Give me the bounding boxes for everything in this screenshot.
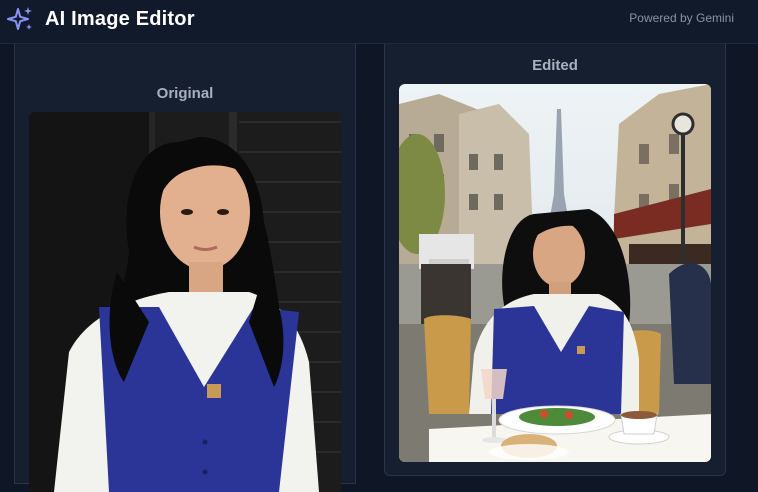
edited-panel: Edited bbox=[384, 44, 726, 476]
powered-by-label: Powered by Gemini bbox=[629, 11, 734, 25]
app-title: AI Image Editor bbox=[45, 8, 195, 30]
sparkles-icon bbox=[7, 6, 35, 34]
edited-image bbox=[399, 84, 711, 462]
app-header: AI Image Editor Powered by Gemini bbox=[0, 0, 758, 44]
original-image bbox=[29, 112, 341, 492]
original-panel: Original bbox=[14, 44, 356, 492]
edited-label: Edited bbox=[532, 57, 578, 74]
original-label: Original bbox=[156, 85, 214, 102]
